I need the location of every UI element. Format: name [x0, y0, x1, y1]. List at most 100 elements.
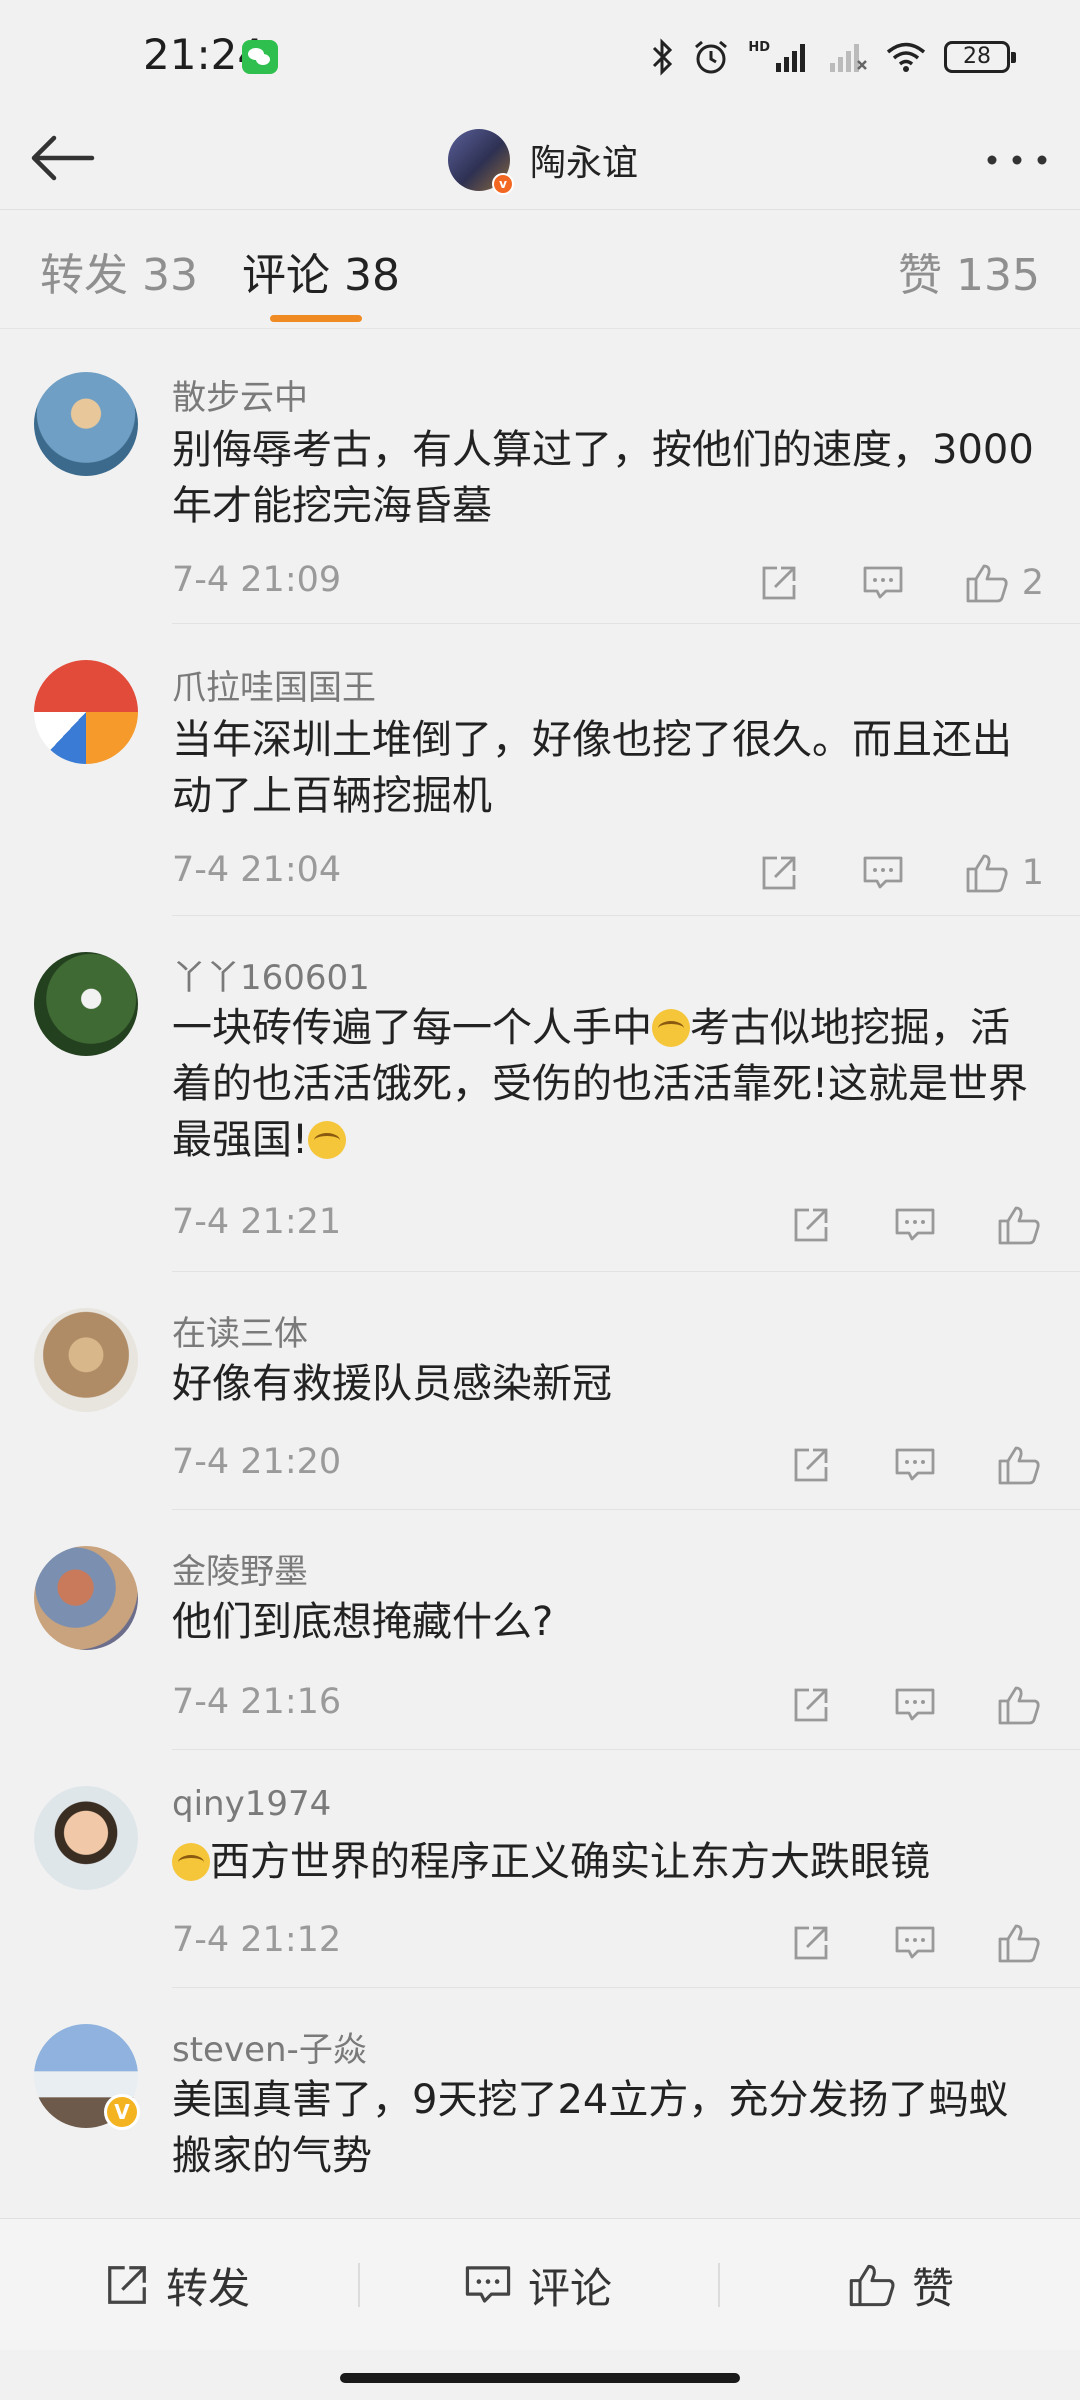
back-arrow-icon	[31, 135, 95, 181]
speechless-emoji-icon	[308, 1121, 347, 1159]
like-button[interactable]	[994, 1440, 1044, 1490]
home-indicator[interactable]	[340, 2373, 740, 2383]
comment-actions	[732, 1440, 1044, 1490]
wechat-icon	[242, 40, 278, 74]
share-button[interactable]	[754, 558, 804, 608]
like-count: 1	[1021, 853, 1044, 893]
nav-header: v 陶永谊	[0, 110, 1080, 210]
like-button[interactable]	[994, 1680, 1044, 1730]
more-button[interactable]	[982, 140, 1052, 180]
commenter-name[interactable]: 爪拉哇国国王	[172, 660, 376, 709]
wifi-icon	[886, 42, 926, 72]
reply-button[interactable]	[890, 1680, 940, 1730]
reply-icon	[895, 1448, 935, 1481]
tab-comments[interactable]: 评论 38	[242, 239, 400, 303]
comment-item: 爪拉哇国国王 当年深圳土堆倒了，好像也挖了很久。而且还出动了上百辆挖掘机 7-4…	[0, 624, 1080, 916]
share-icon	[762, 566, 796, 600]
repost-button[interactable]: 转发	[104, 2219, 250, 2351]
commenter-avatar[interactable]	[34, 1308, 138, 1412]
comment-time: 7-4 21:04	[172, 850, 342, 890]
bottom-action-bar: 转发 评论 赞	[0, 2218, 1080, 2350]
thumbs-up-icon	[998, 1924, 1040, 1963]
like-button[interactable]	[994, 1200, 1044, 1250]
share-button[interactable]	[786, 1680, 836, 1730]
comment-actions	[732, 1918, 1044, 1968]
share-icon	[794, 1448, 828, 1482]
share-button[interactable]	[786, 1200, 836, 1250]
comment-actions: 2	[700, 558, 1044, 608]
commenter-name[interactable]: 丫丫160601	[172, 950, 370, 999]
author-name[interactable]: 陶永谊	[530, 134, 638, 186]
reply-button[interactable]	[890, 1440, 940, 1490]
tab-likes-count: 135	[956, 250, 1040, 301]
comment-time: 7-4 21:09	[172, 560, 342, 600]
share-icon	[794, 1926, 828, 1960]
tab-repost-label: 转发	[40, 250, 128, 301]
commenter-avatar[interactable]	[34, 1786, 138, 1890]
commenter-name[interactable]: 散步云中	[172, 370, 308, 419]
commenter-avatar[interactable]	[34, 372, 138, 476]
tab-repost-count: 33	[142, 250, 198, 301]
comment-text[interactable]: 当年深圳土堆倒了，好像也挖了很久。而且还出动了上百辆挖掘机	[172, 712, 1044, 824]
commenter-name[interactable]: 在读三体	[172, 1306, 308, 1355]
bluetooth-icon	[653, 38, 673, 76]
comment-text[interactable]: 他们到底想掩藏什么?	[172, 1594, 1044, 1650]
comment-text[interactable]: 别侮辱考古，有人算过了，按他们的速度，3000年才能挖完海昏墓	[172, 422, 1044, 534]
comment-item: V steven-子焱 美国真害了，9天挖了24立方，充分发扬了蚂蚁搬家的气势	[0, 1988, 1080, 2208]
battery-indicator: 28	[944, 41, 1016, 73]
share-button[interactable]	[786, 1440, 836, 1490]
share-button[interactable]	[786, 1918, 836, 1968]
reply-icon	[895, 1926, 935, 1959]
more-dots-icon	[987, 155, 1047, 165]
reply-icon	[895, 1688, 935, 1721]
reply-button[interactable]	[858, 848, 908, 898]
reply-button[interactable]	[858, 558, 908, 608]
reply-icon	[895, 1208, 935, 1241]
tab-comments-label: 评论	[242, 250, 330, 301]
comment-text[interactable]: 美国真害了，9天挖了24立方，充分发扬了蚂蚁搬家的气势	[172, 2072, 1044, 2184]
tab-bar: 转发 33 评论 38 赞 135	[0, 211, 1080, 329]
active-tab-indicator	[270, 315, 362, 322]
like-label: 赞	[912, 2263, 955, 2313]
commenter-avatar-wrap[interactable]: V	[34, 2024, 140, 2130]
thumbs-up-icon	[849, 2264, 895, 2307]
comment-text[interactable]: 好像有救援队员感染新冠	[172, 1356, 1044, 1412]
tab-likes-label: 赞	[898, 250, 943, 301]
reply-icon	[863, 856, 903, 889]
comment-item: 金陵野墨 他们到底想掩藏什么? 7-4 21:16	[0, 1510, 1080, 1750]
tab-comments-count: 38	[344, 250, 400, 301]
commenter-avatar[interactable]	[34, 952, 138, 1056]
comment-text[interactable]: 西方世界的程序正义确实让东方大跌眼镜	[172, 1834, 1044, 1890]
author-info[interactable]: v 陶永谊	[448, 120, 638, 200]
reply-button[interactable]	[890, 1918, 940, 1968]
like-button[interactable]	[962, 558, 1012, 608]
comment-list: 散步云中 别侮辱考古，有人算过了，按他们的速度，3000年才能挖完海昏墓 7-4…	[0, 330, 1080, 2208]
share-button[interactable]	[754, 848, 804, 898]
like-post-button[interactable]: 赞	[848, 2219, 954, 2351]
comment-text-part: 一块砖传遍了每一个人手中	[172, 1005, 652, 1051]
signal-icon	[776, 44, 805, 72]
comment-text[interactable]: 一块砖传遍了每一个人手中 考古似地挖掘，活着的也活活饿死，受伤的也活活靠死!这就是…	[172, 1000, 1044, 1168]
commenter-avatar[interactable]	[34, 660, 138, 764]
comment-icon	[465, 2266, 511, 2303]
thumbs-up-icon	[966, 564, 1008, 603]
like-button[interactable]	[962, 848, 1012, 898]
comment-actions	[732, 1680, 1044, 1730]
laugh-cry-emoji-icon	[172, 1843, 210, 1881]
tab-likes[interactable]: 赞 135	[898, 239, 1040, 303]
comment-button[interactable]: 评论	[464, 2219, 612, 2351]
back-button[interactable]	[26, 126, 98, 190]
commenter-name[interactable]: qiny1974	[172, 1784, 331, 1824]
status-icons: HD 28	[652, 32, 1016, 82]
comment-actions: 1	[700, 848, 1044, 898]
like-button[interactable]	[994, 1918, 1044, 1968]
reply-button[interactable]	[890, 1200, 940, 1250]
commenter-name[interactable]: 金陵野墨	[172, 1544, 308, 1593]
like-count: 2	[1021, 563, 1044, 603]
repost-label: 转发	[166, 2263, 251, 2313]
commenter-avatar[interactable]	[34, 1546, 138, 1650]
commenter-name[interactable]: steven-子焱	[172, 2022, 367, 2071]
tab-repost[interactable]: 转发 33	[40, 239, 198, 303]
comment-time: 7-4 21:21	[172, 1202, 342, 1242]
author-avatar[interactable]: v	[448, 129, 514, 195]
